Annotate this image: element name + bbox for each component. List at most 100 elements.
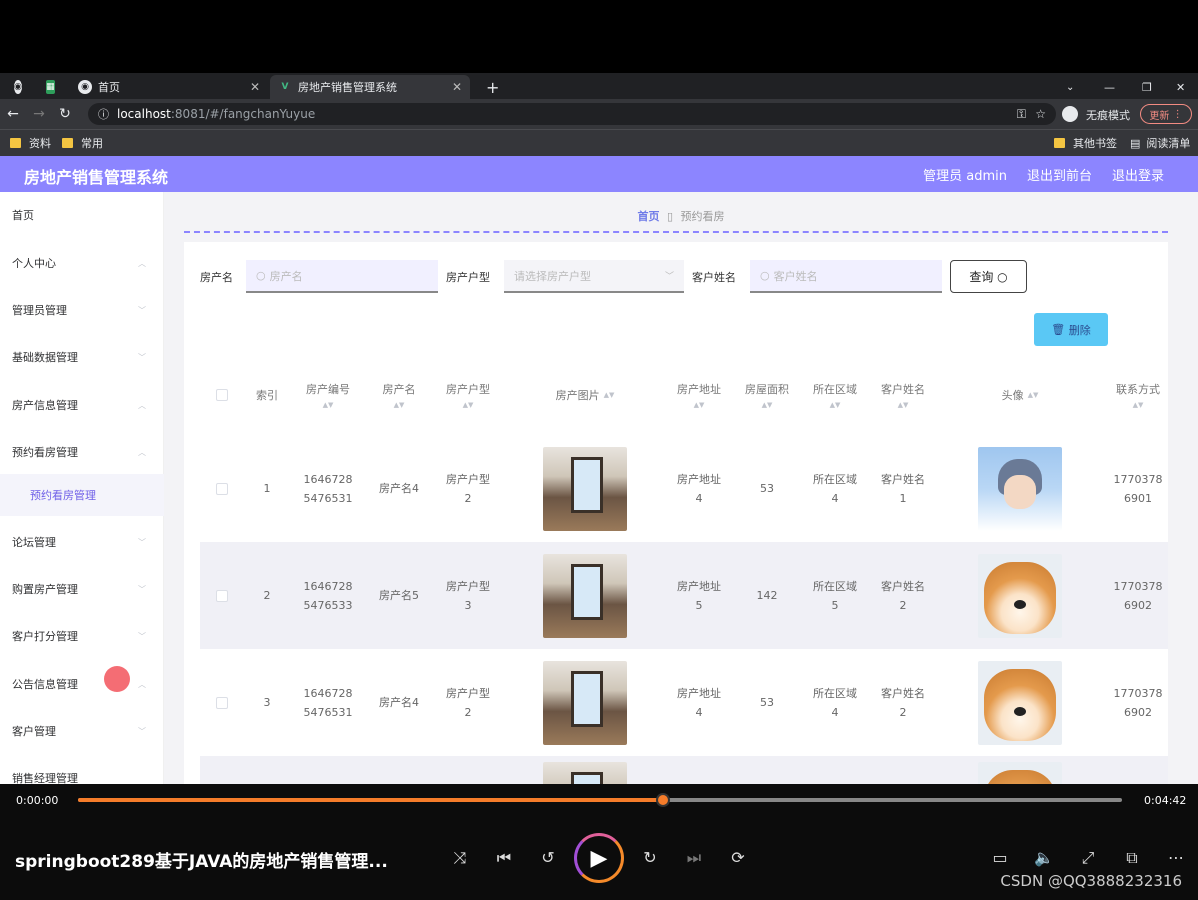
th-type[interactable]: 房产户型 ▲▼ — [432, 360, 504, 430]
shuffle-icon[interactable]: ⤨ — [447, 848, 473, 868]
th-name[interactable]: 房产名 ▲▼ — [366, 360, 432, 430]
cell-text: 4 — [831, 491, 839, 505]
avatar[interactable] — [978, 660, 1062, 745]
browser-icon-tab[interactable]: ◉ — [6, 75, 34, 99]
minimize-icon[interactable]: — — [1096, 75, 1123, 99]
th-address[interactable]: 房产地址 ▲▼ — [666, 360, 732, 430]
bookmark-folder[interactable]: 资料 — [10, 135, 51, 151]
checkbox[interactable] — [216, 696, 228, 709]
forward-30-icon[interactable]: ↻ — [637, 848, 663, 867]
update-button[interactable]: 更新 ⋮ — [1140, 104, 1192, 124]
row-checkbox[interactable] — [200, 542, 244, 649]
close-icon[interactable]: ✕ — [250, 80, 260, 94]
pinned-tab[interactable]: ▦ — [38, 75, 66, 99]
sidebar-item-basic-data[interactable]: 基础数据管理 ﹀ — [0, 334, 164, 380]
url-field[interactable]: ⓘ localhost:8081/#/fangchanYuyue ⚿ ☆ — [88, 103, 1056, 125]
th-code[interactable]: 房产编号 ▲▼ — [290, 360, 366, 430]
table-row[interactable]: 2 1646728 5476533 房产名5 房产户型 3 房产地址 5 142 所在… — [200, 542, 1168, 649]
repeat-icon[interactable]: ⟳ — [725, 848, 751, 867]
next-icon[interactable]: ⏭ — [681, 848, 707, 868]
customer-search-input[interactable]: ○ 客户姓名 — [750, 260, 942, 293]
th-avatar[interactable]: 头像 ▲▼ — [938, 360, 1102, 430]
sidebar-item-profile[interactable]: 个人中心 ︿ — [0, 240, 164, 286]
sort-icon[interactable]: ▲▼ — [898, 401, 909, 409]
back-to-front-link[interactable]: 退出到前台 — [1027, 165, 1092, 184]
sidebar-item-label: 预约看房管理 — [30, 489, 96, 502]
table-row[interactable] — [200, 756, 1168, 784]
sidebar-item-sales-manager[interactable]: 销售经理管理 — [0, 755, 164, 784]
sort-icon[interactable]: ▲▼ — [1133, 401, 1144, 409]
th-image[interactable]: 房产图片 ▲▼ — [504, 360, 666, 430]
query-button[interactable]: 查询 ○ — [950, 260, 1027, 293]
volume-icon[interactable]: 🔈 — [1031, 848, 1057, 867]
seek-bar[interactable] — [78, 793, 1122, 807]
delete-button[interactable]: 🗑 删除 — [1034, 313, 1108, 346]
back-icon[interactable]: ← — [0, 106, 26, 122]
avatar[interactable] — [978, 446, 1062, 531]
sidebar-item-rating[interactable]: 客户打分管理 ﹀ — [0, 613, 164, 659]
house-image[interactable] — [543, 762, 627, 784]
other-bookmarks[interactable]: 其他书签 — [1054, 135, 1117, 151]
mini-player-icon[interactable]: ⧉ — [1119, 848, 1145, 868]
window-close-icon[interactable]: ✕ — [1168, 75, 1193, 99]
th-area[interactable]: 房屋面积 ▲▼ — [732, 360, 802, 430]
seek-handle[interactable] — [655, 793, 670, 807]
new-tab-button[interactable]: + — [478, 75, 507, 99]
row-checkbox[interactable] — [200, 435, 244, 542]
name-search-input[interactable]: ○ 房产名 — [246, 260, 438, 293]
avatar[interactable] — [978, 553, 1062, 638]
house-image[interactable] — [543, 660, 627, 745]
forward-icon[interactable]: → — [26, 106, 52, 122]
play-button[interactable]: ▶ — [574, 833, 624, 883]
select-all-checkbox[interactable] — [200, 360, 244, 430]
house-image[interactable] — [543, 553, 627, 638]
sidebar-item-property[interactable]: 房产信息管理 ︿ — [0, 382, 164, 428]
sort-icon[interactable]: ▲▼ — [1028, 391, 1039, 399]
checkbox[interactable] — [216, 482, 228, 495]
tab-home[interactable]: ◉ 首页 ✕ — [70, 75, 268, 99]
sidebar-item-admin[interactable]: 管理员管理 ﹀ — [0, 287, 164, 333]
sidebar-item-customer[interactable]: 客户管理 ﹀ — [0, 708, 164, 754]
sort-icon[interactable]: ▲▼ — [463, 401, 474, 409]
sort-icon[interactable]: ▲▼ — [830, 401, 841, 409]
cell-area: 53 — [760, 482, 774, 495]
reload-icon[interactable]: ↻ — [52, 106, 78, 122]
rewind-icon[interactable]: ↺ — [535, 848, 561, 867]
house-image[interactable] — [543, 446, 627, 531]
more-icon[interactable]: ⋯ — [1163, 848, 1189, 867]
sidebar-subitem-viewing[interactable]: 预约看房管理 — [0, 474, 164, 516]
type-select[interactable]: 请选择房产户型 ﹀ — [504, 260, 684, 293]
close-icon[interactable]: ✕ — [452, 80, 462, 94]
breadcrumb-home[interactable]: 首页 — [637, 210, 659, 223]
sidebar-item-forum[interactable]: 论坛管理 ﹀ — [0, 519, 164, 565]
row-checkbox[interactable] — [200, 649, 244, 756]
th-customer[interactable]: 客户姓名 ▲▼ — [868, 360, 938, 430]
tab-system[interactable]: V 房地产销售管理系统 ✕ — [270, 75, 470, 99]
table-row[interactable]: 3 1646728 5476531 房产名4 房产户型 2 房产地址 4 53 所在区… — [200, 649, 1168, 756]
sort-icon[interactable]: ▲▼ — [694, 401, 705, 409]
sidebar-item-purchase[interactable]: 购置房产管理 ﹀ — [0, 566, 164, 612]
sort-icon[interactable]: ▲▼ — [394, 401, 405, 409]
checkbox[interactable] — [216, 389, 228, 401]
th-region[interactable]: 所在区域 ▲▼ — [802, 360, 868, 430]
fullscreen-icon[interactable]: ⤢ — [1075, 848, 1101, 868]
sort-icon[interactable]: ▲▼ — [604, 391, 615, 399]
sidebar-item-viewing[interactable]: 预约看房管理 ︿ — [0, 429, 164, 475]
bookmark-folder[interactable]: 常用 — [62, 135, 103, 151]
th-phone[interactable]: 联系方式 ▲▼ — [1102, 360, 1174, 430]
reading-list[interactable]: ▤ 阅读清单 — [1130, 135, 1190, 151]
logout-link[interactable]: 退出登录 — [1112, 165, 1164, 184]
tab-search-icon[interactable]: ⌄ — [1058, 75, 1082, 99]
table-row[interactable]: 1 1646728 5476531 房产名4 房产户型 2 房产地址 4 53 所在区… — [200, 435, 1168, 542]
subtitles-icon[interactable]: ▭ — [987, 848, 1013, 867]
previous-icon[interactable]: ⏮ — [491, 848, 517, 868]
checkbox[interactable] — [216, 589, 228, 602]
sort-icon[interactable]: ▲▼ — [323, 401, 334, 409]
maximize-icon[interactable]: ❐ — [1134, 75, 1160, 99]
star-icon[interactable]: ☆ — [1035, 107, 1046, 121]
sidebar-item-notice[interactable]: 公告信息管理 ︿ — [0, 661, 164, 707]
sort-icon[interactable]: ▲▼ — [762, 401, 773, 409]
key-icon[interactable]: ⚿ — [1017, 107, 1026, 122]
sidebar-item-home[interactable]: 首页 — [0, 192, 164, 238]
avatar[interactable] — [978, 762, 1062, 784]
